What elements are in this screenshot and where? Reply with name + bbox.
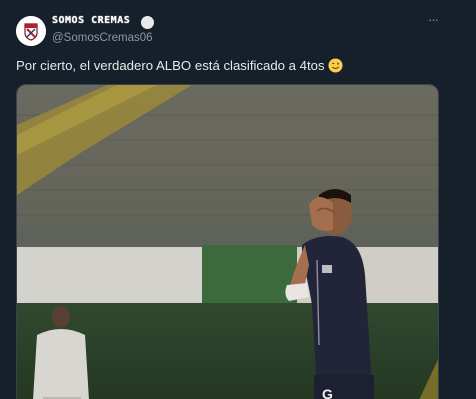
winking-face-emoji-icon	[328, 58, 343, 73]
tweet-media-photo[interactable]: G	[16, 84, 439, 399]
jersey-letter: G	[322, 386, 333, 399]
author-handle[interactable]: @SomosCremas06	[52, 32, 153, 44]
tweet-text: Por cierto, el verdadero ALBO está clasi…	[16, 58, 436, 73]
club-crest-icon	[16, 16, 46, 46]
football-player-photo: G	[17, 85, 438, 399]
verified-badge-icon	[141, 16, 154, 29]
more-options-icon[interactable]: ···	[425, 13, 441, 28]
author-avatar[interactable]	[16, 16, 46, 46]
tweet-header: SOMOS CREMAS @SomosCremas06	[52, 14, 432, 48]
tweet-text-content: Por cierto, el verdadero ALBO está clasi…	[16, 58, 325, 73]
author-display-name[interactable]: SOMOS CREMAS	[52, 15, 130, 26]
tweet-card[interactable]: SOMOS CREMAS @SomosCremas06 ··· Por cier…	[0, 0, 476, 399]
